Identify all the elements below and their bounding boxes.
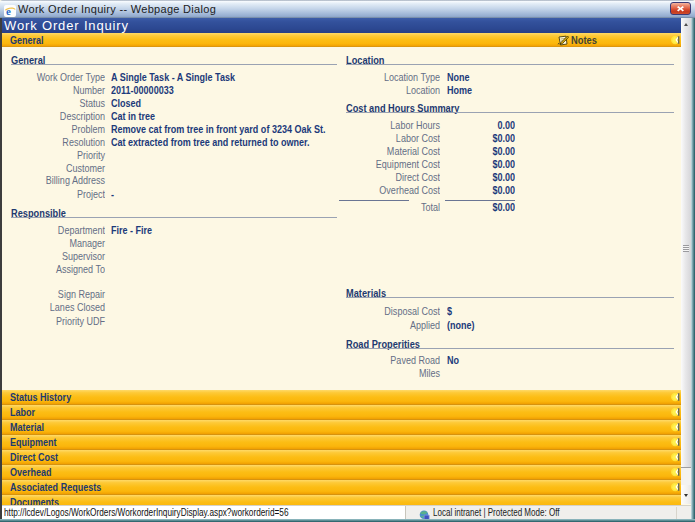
svg-text:e: e	[6, 5, 11, 17]
